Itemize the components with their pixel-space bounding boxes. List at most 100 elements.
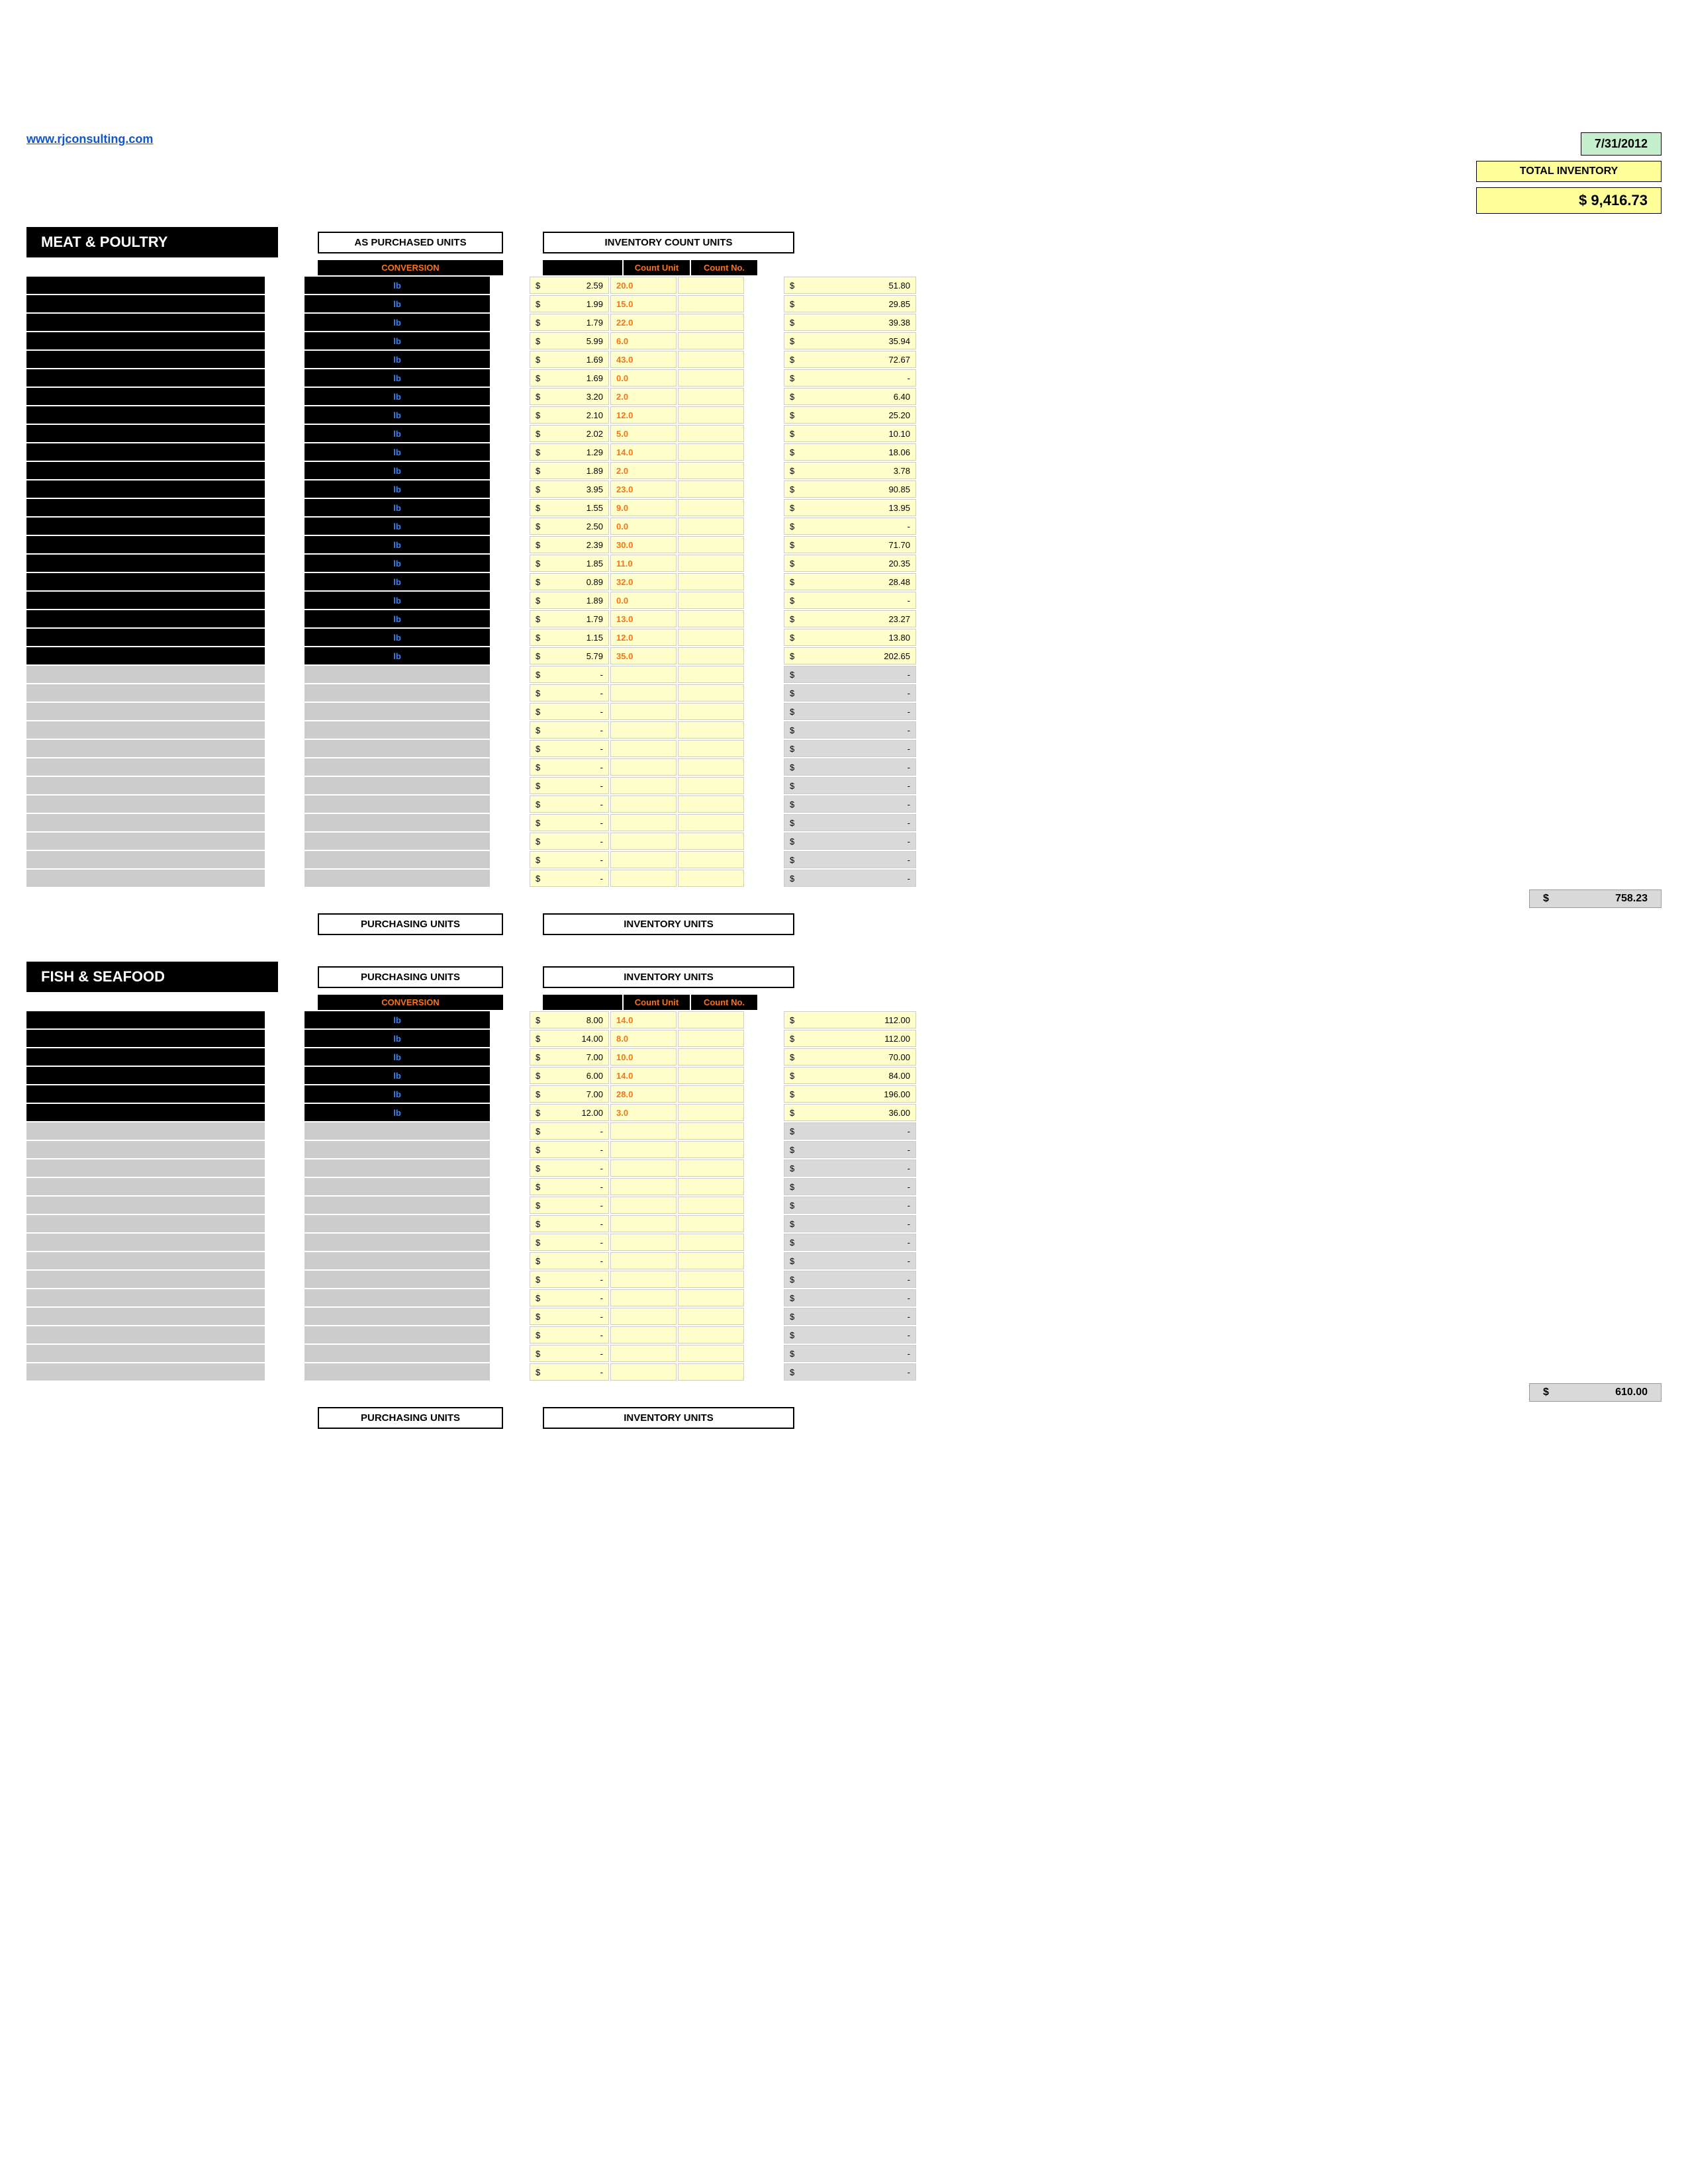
unit-cell-meat-poultry-29 [305, 814, 490, 831]
section-title-meat-poultry: MEAT & POULTRY [26, 227, 278, 257]
item-name-meat-poultry-8 [26, 425, 265, 442]
count-no-cell-fish-seafood-6 [678, 1122, 744, 1140]
total-cell-fish-seafood-9: $- [784, 1178, 916, 1195]
count-unit-cell-fish-seafood-19 [610, 1363, 677, 1381]
data-row-fish-seafood-18: $-$- [26, 1345, 1662, 1362]
unit-cell-meat-poultry-20: lb [305, 647, 490, 664]
count-no-cell-meat-poultry-8 [678, 425, 744, 442]
total-cell-meat-poultry-31: $- [784, 851, 916, 868]
total-cell-meat-poultry-29: $- [784, 814, 916, 831]
unit-cell-fish-seafood-3: lb [305, 1067, 490, 1084]
unit-cell-fish-seafood-9 [305, 1178, 490, 1195]
unit-cell-meat-poultry-9: lb [305, 443, 490, 461]
item-name-meat-poultry-6 [26, 388, 265, 405]
item-name-fish-seafood-11 [26, 1215, 265, 1232]
unit-cell-meat-poultry-17: lb [305, 592, 490, 609]
total-cell-fish-seafood-6: $- [784, 1122, 916, 1140]
price-cell-meat-poultry-11: $3.95 [530, 480, 609, 498]
price-cell-fish-seafood-10: $- [530, 1197, 609, 1214]
count-unit-cell-fish-seafood-9 [610, 1178, 677, 1195]
count-no-cell-meat-poultry-25 [678, 740, 744, 757]
section-header-meat-poultry: MEAT & POULTRYAS PURCHASED UNITSINVENTOR… [26, 227, 1662, 257]
count-no-cell-meat-poultry-15 [678, 555, 744, 572]
price-cell-meat-poultry-31: $- [530, 851, 609, 868]
count-unit-cell-meat-poultry-2: 22.0 [610, 314, 677, 331]
count-unit-cell-fish-seafood-0: 14.0 [610, 1011, 677, 1028]
count-no-cell-meat-poultry-1 [678, 295, 744, 312]
count-unit-cell-fish-seafood-1: 8.0 [610, 1030, 677, 1047]
item-name-meat-poultry-21 [26, 666, 265, 683]
count-unit-cell-meat-poultry-17: 0.0 [610, 592, 677, 609]
unit-cell-meat-poultry-23 [305, 703, 490, 720]
count-unit-cell-fish-seafood-15 [610, 1289, 677, 1306]
count-unit-cell-meat-poultry-12: 9.0 [610, 499, 677, 516]
item-name-fish-seafood-12 [26, 1234, 265, 1251]
count-unit-cell-fish-seafood-17 [610, 1326, 677, 1343]
price-cell-meat-poultry-1: $1.99 [530, 295, 609, 312]
inventory-header-fish-seafood: INVENTORY UNITS [543, 966, 794, 988]
data-row-meat-poultry-3: lb$5.996.0$35.94 [26, 332, 1662, 349]
item-name-meat-poultry-4 [26, 351, 265, 368]
count-no-label-meat-poultry: Count No. [691, 260, 757, 275]
total-cell-meat-poultry-15: $20.35 [784, 555, 916, 572]
sub-header-row-fish-seafood: CONVERSIONCount UnitCount No. [26, 995, 1662, 1010]
item-name-meat-poultry-16 [26, 573, 265, 590]
price-cell-meat-poultry-8: $2.02 [530, 425, 609, 442]
website-link[interactable]: www.rjconsulting.com [26, 132, 153, 146]
count-no-cell-meat-poultry-5 [678, 369, 744, 387]
total-cell-meat-poultry-21: $- [784, 666, 916, 683]
unit-cell-meat-poultry-8: lb [305, 425, 490, 442]
count-unit-cell-fish-seafood-10 [610, 1197, 677, 1214]
unit-cell-meat-poultry-15: lb [305, 555, 490, 572]
price-cell-meat-poultry-21: $- [530, 666, 609, 683]
unit-cell-meat-poultry-0: lb [305, 277, 490, 294]
count-no-cell-meat-poultry-19 [678, 629, 744, 646]
unit-cell-meat-poultry-2: lb [305, 314, 490, 331]
item-name-meat-poultry-14 [26, 536, 265, 553]
price-cell-meat-poultry-0: $2.59 [530, 277, 609, 294]
data-row-meat-poultry-2: lb$1.7922.0$39.38 [26, 314, 1662, 331]
price-cell-fish-seafood-6: $- [530, 1122, 609, 1140]
count-unit-cell-meat-poultry-4: 43.0 [610, 351, 677, 368]
price-cell-fish-seafood-0: $8.00 [530, 1011, 609, 1028]
data-row-fish-seafood-6: $- $- [26, 1122, 1662, 1140]
unit-cell-fish-seafood-11 [305, 1215, 490, 1232]
unit-cell-meat-poultry-6: lb [305, 388, 490, 405]
total-cell-fish-seafood-0: $112.00 [784, 1011, 916, 1028]
count-unit-cell-fish-seafood-13 [610, 1252, 677, 1269]
price-cell-meat-poultry-12: $1.55 [530, 499, 609, 516]
data-row-fish-seafood-9: $-$- [26, 1178, 1662, 1195]
price-cell-meat-poultry-3: $5.99 [530, 332, 609, 349]
subtotal-meat-poultry: $758.23 [1529, 889, 1662, 908]
count-unit-cell-meat-poultry-0: 20.0 [610, 277, 677, 294]
unit-cell-meat-poultry-3: lb [305, 332, 490, 349]
count-unit-cell-meat-poultry-10: 2.0 [610, 462, 677, 479]
unit-cell-fish-seafood-19 [305, 1363, 490, 1381]
count-no-cell-fish-seafood-17 [678, 1326, 744, 1343]
data-row-meat-poultry-26: $-$- [26, 758, 1662, 776]
count-no-cell-meat-poultry-7 [678, 406, 744, 424]
total-inventory-value: $ 9,416.73 [1476, 187, 1662, 214]
data-row-fish-seafood-3: lb$6.0014.0$84.00 [26, 1067, 1662, 1084]
count-unit-cell-meat-poultry-31 [610, 851, 677, 868]
unit-cell-fish-seafood-2: lb [305, 1048, 490, 1066]
count-no-cell-fish-seafood-11 [678, 1215, 744, 1232]
item-name-meat-poultry-19 [26, 629, 265, 646]
unit-cell-fish-seafood-13 [305, 1252, 490, 1269]
price-cell-fish-seafood-15: $- [530, 1289, 609, 1306]
unit-cell-fish-seafood-7 [305, 1141, 490, 1158]
price-cell-meat-poultry-17: $1.89 [530, 592, 609, 609]
count-unit-cell-fish-seafood-12 [610, 1234, 677, 1251]
count-no-cell-fish-seafood-0 [678, 1011, 744, 1028]
unit-cell-fish-seafood-1: lb [305, 1030, 490, 1047]
data-row-meat-poultry-31: $- $- [26, 851, 1662, 868]
count-no-cell-fish-seafood-10 [678, 1197, 744, 1214]
count-unit-cell-meat-poultry-24 [610, 721, 677, 739]
count-no-cell-meat-poultry-17 [678, 592, 744, 609]
count-no-cell-meat-poultry-28 [678, 796, 744, 813]
price-cell-fish-seafood-17: $- [530, 1326, 609, 1343]
count-no-cell-meat-poultry-12 [678, 499, 744, 516]
total-cell-meat-poultry-19: $13.80 [784, 629, 916, 646]
item-name-meat-poultry-23 [26, 703, 265, 720]
count-no-cell-fish-seafood-13 [678, 1252, 744, 1269]
